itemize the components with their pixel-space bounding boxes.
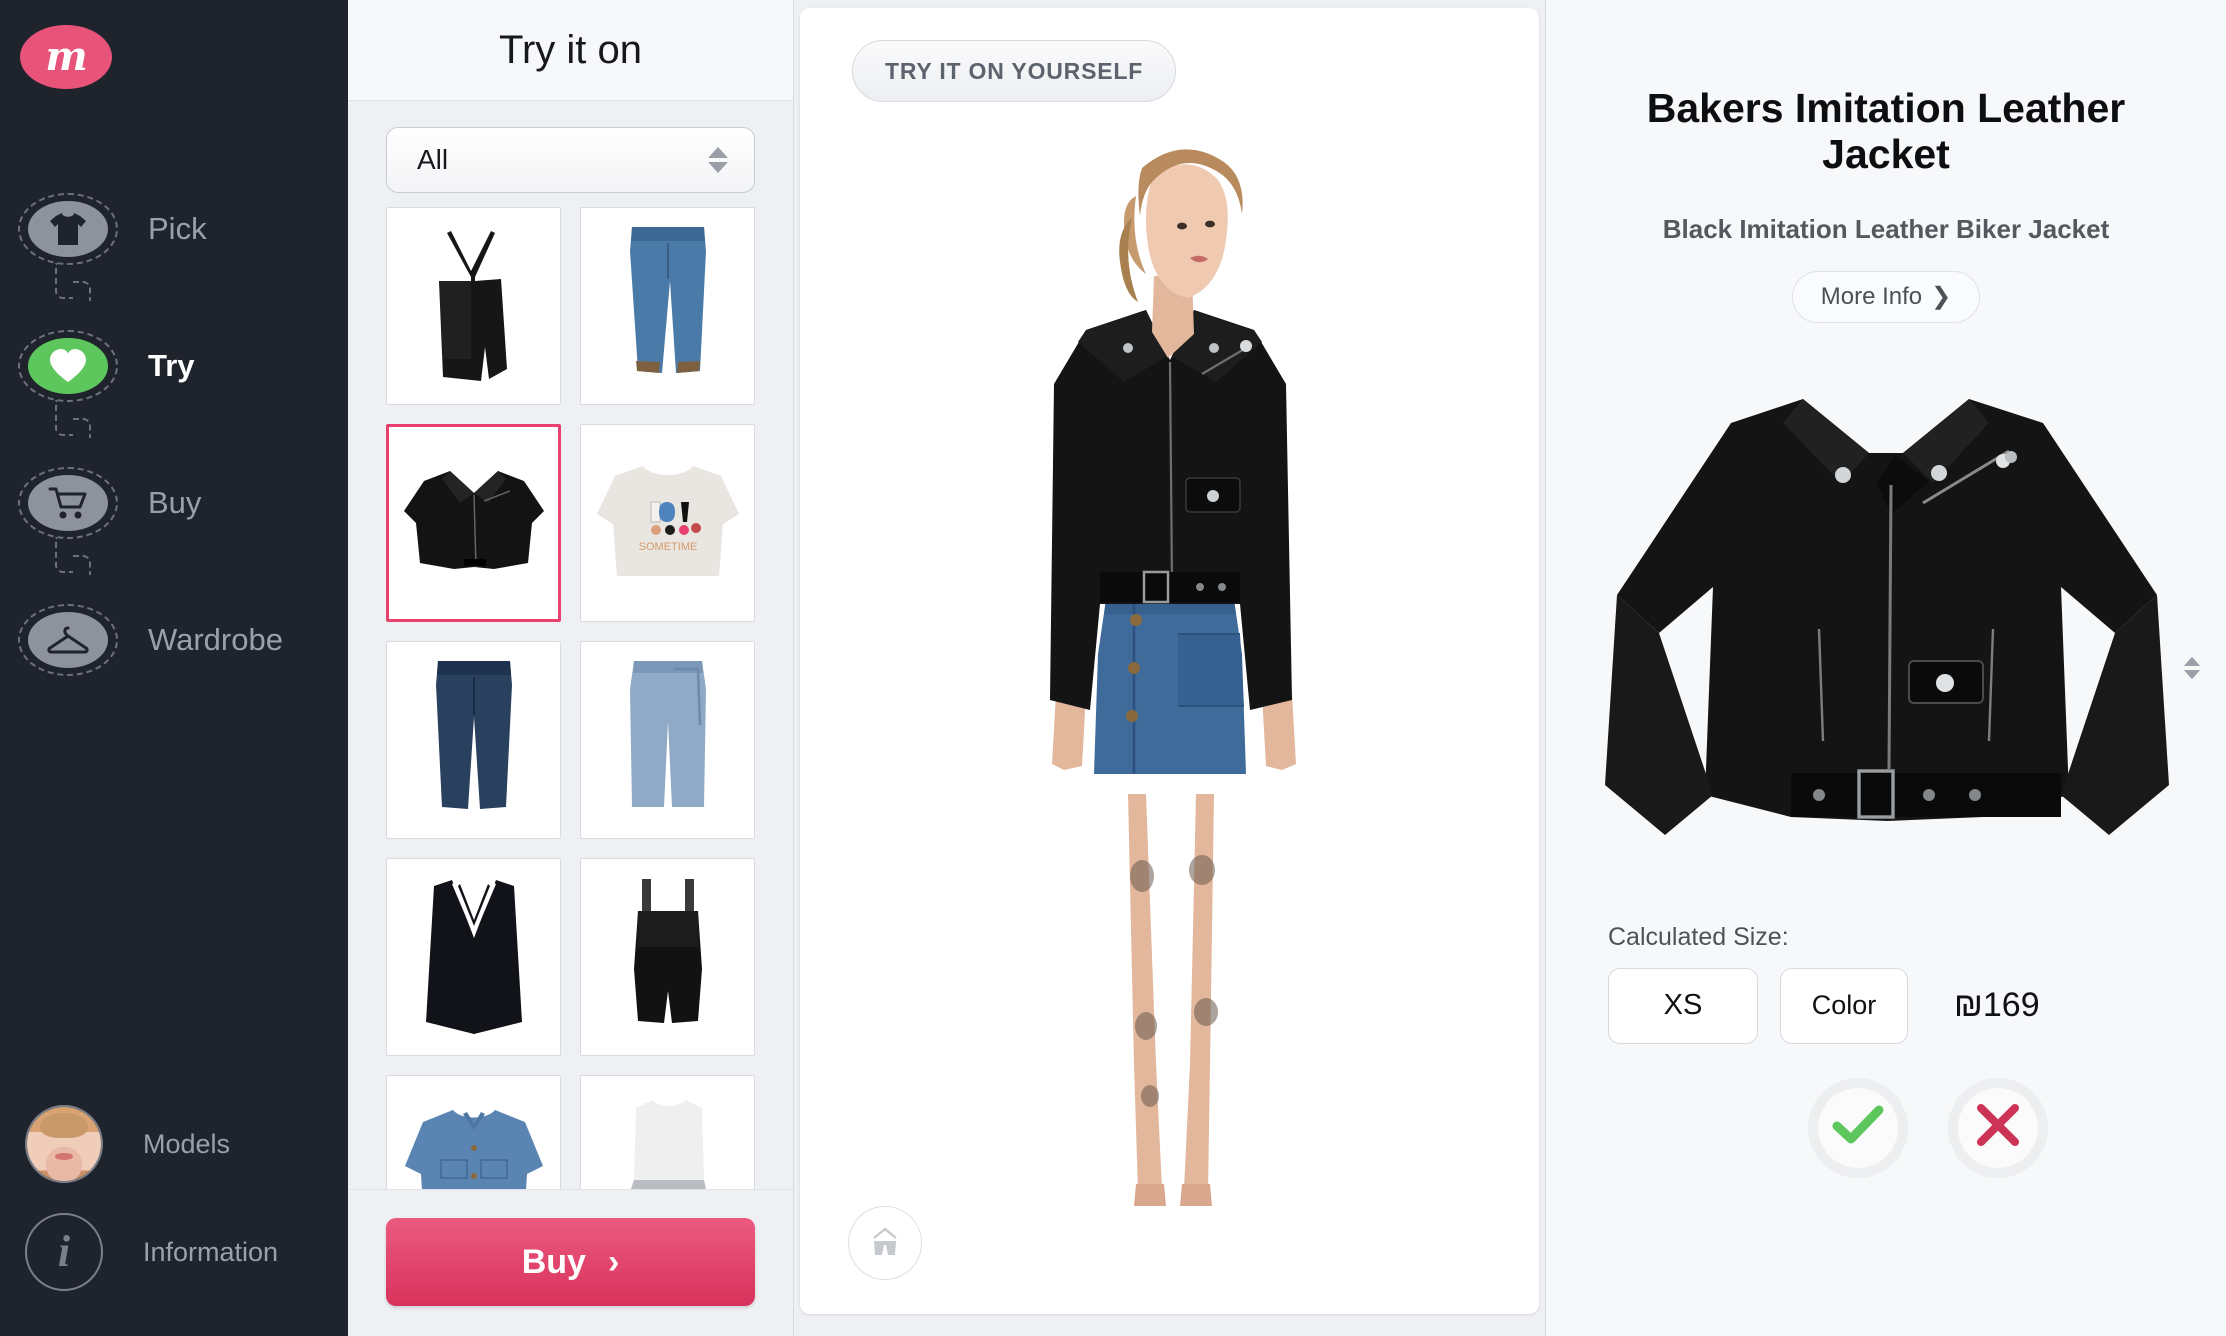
sidebar: m Pick Try Buy Wardrobe Models i Informa… bbox=[0, 0, 348, 1336]
try-it-on-panel: Try it on All SOMETIME Buy › bbox=[348, 0, 794, 1336]
product-subtitle: Black Imitation Leather Biker Jacket bbox=[1662, 213, 2110, 244]
garment-thumb-black-biker-leather-jacket[interactable] bbox=[386, 424, 561, 623]
more-info-button[interactable]: More Info ❯ bbox=[1791, 270, 1981, 323]
garment-thumb-dark-blue-jeans[interactable] bbox=[386, 641, 561, 840]
logo-letter: m bbox=[45, 33, 87, 80]
garment-thumb-black-leather-slip-dress[interactable] bbox=[386, 207, 561, 406]
stepper-icon bbox=[2184, 657, 2200, 679]
product-price: ₪169 bbox=[1954, 986, 2040, 1025]
page-title: Try it on bbox=[499, 27, 642, 72]
color-value: Color bbox=[1811, 990, 1877, 1021]
tshirt-icon bbox=[28, 200, 108, 257]
options-row: XS Color ₪169 bbox=[1608, 657, 2200, 1044]
sidebar-item-label: Wardrobe bbox=[148, 621, 283, 657]
step-nav: Pick Try Buy Wardrobe bbox=[0, 160, 348, 708]
product-detail-panel: Bakers Imitation Leather Jacket Black Im… bbox=[1545, 0, 2226, 1336]
sidebar-item-label: Models bbox=[143, 1128, 231, 1159]
sidebar-item-information[interactable]: i Information bbox=[0, 1198, 348, 1306]
svg-text:SOMETIME: SOMETIME bbox=[638, 541, 697, 553]
filter-area: All bbox=[348, 101, 793, 207]
sidebar-item-models[interactable]: Models bbox=[0, 1090, 348, 1198]
reject-button[interactable] bbox=[1948, 1077, 2048, 1178]
decision-actions bbox=[1608, 1077, 2198, 1178]
confirm-button[interactable] bbox=[1808, 1077, 1908, 1178]
category-filter-value: All bbox=[417, 144, 449, 176]
check-icon bbox=[1831, 1104, 1885, 1151]
x-icon bbox=[1975, 1102, 2021, 1153]
app-root: m Pick Try Buy Wardrobe Models i Informa… bbox=[0, 0, 2226, 1336]
model-figure[interactable] bbox=[800, 8, 1539, 1314]
garment-thumb-light-blue-wide-leg-trousers[interactable] bbox=[580, 641, 755, 840]
sidebar-item-label: Information bbox=[143, 1236, 279, 1267]
garment-thumb-black-v-neck-dress[interactable] bbox=[386, 858, 561, 1057]
sidebar-item-pick[interactable]: Pick bbox=[0, 160, 348, 301]
garment-thumb-blue-skinny-jeans[interactable] bbox=[580, 207, 755, 406]
color-select[interactable]: Color bbox=[1780, 657, 2200, 1044]
sidebar-item-label: Pick bbox=[148, 210, 207, 246]
sidebar-item-label: Try bbox=[148, 347, 195, 383]
chevron-right-icon: ❯ bbox=[1931, 283, 1952, 311]
buy-button[interactable]: Buy › bbox=[386, 1218, 755, 1306]
product-image[interactable] bbox=[1576, 345, 2196, 905]
stepper-icon bbox=[708, 147, 728, 174]
sidebar-item-wardrobe[interactable]: Wardrobe bbox=[0, 571, 348, 708]
garment-thumb-black-strappy-playsuit[interactable] bbox=[580, 858, 755, 1057]
category-filter-select[interactable]: All bbox=[386, 127, 755, 194]
garment-thumb-white-wrap-top[interactable] bbox=[580, 1075, 755, 1189]
model-stage-column: TRY IT ON YOURSELF bbox=[794, 0, 1545, 1336]
info-icon: i bbox=[25, 1213, 103, 1291]
buy-button-label: Buy bbox=[521, 1242, 586, 1281]
sidebar-bottom-nav: Models i Information bbox=[0, 1090, 348, 1306]
product-title: Bakers Imitation Leather Jacket bbox=[1646, 85, 2126, 177]
more-info-label: More Info bbox=[1820, 282, 1923, 310]
garment-thumb-denim-shirt[interactable] bbox=[386, 1075, 561, 1189]
buy-footer: Buy › bbox=[348, 1189, 793, 1336]
sidebar-item-try[interactable]: Try bbox=[0, 297, 348, 438]
panel-header: Try it on bbox=[348, 0, 793, 102]
brand-logo[interactable]: m bbox=[20, 25, 112, 89]
step-connector bbox=[55, 400, 91, 438]
sidebar-item-buy[interactable]: Buy bbox=[0, 434, 348, 575]
heart-icon bbox=[28, 337, 108, 394]
garment-thumb-white-graphic-sweater[interactable]: SOMETIME bbox=[580, 424, 755, 623]
sidebar-item-label: Buy bbox=[148, 484, 202, 520]
garment-grid[interactable]: SOMETIME bbox=[348, 207, 793, 1189]
avatar-icon bbox=[25, 1105, 103, 1183]
product-options: Calculated Size: XS Color ₪169 bbox=[1574, 657, 2200, 1178]
shopping-cart-icon bbox=[28, 474, 108, 531]
size-select[interactable]: XS bbox=[1608, 657, 2200, 1044]
step-connector bbox=[55, 263, 91, 301]
chevron-right-icon: › bbox=[607, 1242, 620, 1281]
calculated-size-label: Calculated Size: bbox=[1608, 922, 1789, 951]
step-connector bbox=[55, 537, 91, 575]
underwear-toggle-button[interactable] bbox=[848, 1206, 922, 1280]
size-value: XS bbox=[1663, 989, 1703, 1022]
shorts-icon bbox=[868, 1224, 902, 1263]
model-stage: TRY IT ON YOURSELF bbox=[800, 8, 1539, 1314]
hanger-icon bbox=[28, 611, 108, 668]
